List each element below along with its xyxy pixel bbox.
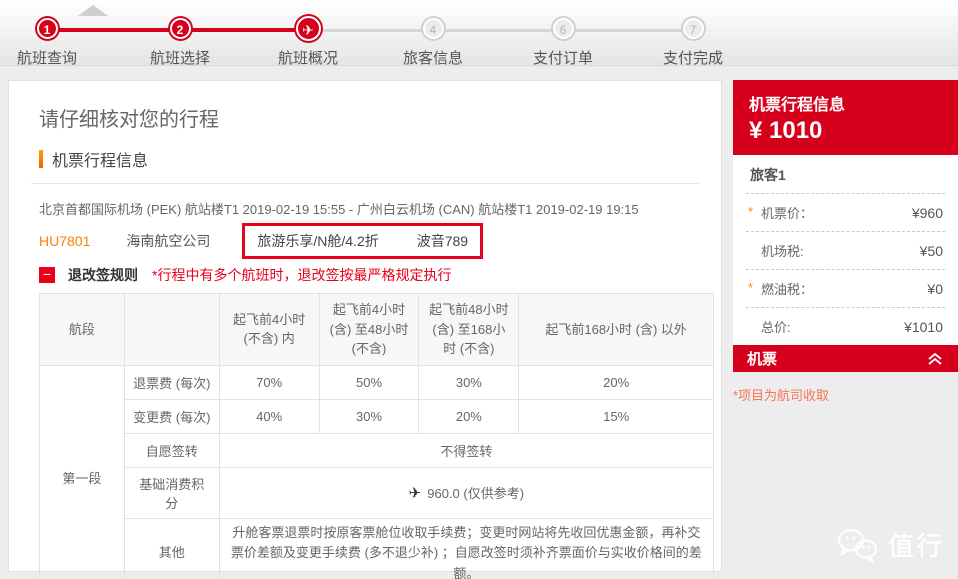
- fare-class: 旅游乐享/N舱/4.2折: [257, 233, 379, 249]
- table-row: 自愿签转 不得签转: [40, 432, 715, 468]
- itinerary-card: 请仔细核对您的行程 机票行程信息 北京首都国际机场 (PEK) 航站楼T1 20…: [8, 80, 722, 579]
- cell: 30%: [318, 398, 420, 434]
- airline-charge-note: *项目为航司收取: [733, 388, 830, 403]
- refund-rules-table: 航段 起飞前4小时 (不含) 内 起飞前4小时 (含) 至48小时 (不含) 起…: [39, 293, 715, 579]
- highlight-annotation-box: 旅游乐享/N舱/4.2折 波音789: [242, 223, 484, 259]
- col-header-within-4h: 起飞前4小时 (不含) 内: [218, 293, 320, 366]
- progress-bar: 1 航班查询 2 航班选择 ✈ 航班概况 4 旅客信息 6 支付订单 7 支付完…: [0, 0, 958, 68]
- double-chevron-up-icon[interactable]: [926, 352, 944, 366]
- watermark-text: 值行: [887, 531, 944, 561]
- price-row-airport-tax: 机场税: ¥50: [746, 232, 945, 270]
- row-label: 退票费 (每次): [123, 364, 220, 400]
- page: 1 航班查询 2 航班选择 ✈ 航班概况 4 旅客信息 6 支付订单 7 支付完…: [0, 0, 958, 579]
- table-row: 第一段 退票费 (每次) 70% 50% 30% 20%: [39, 364, 714, 579]
- cell: 不得签转: [218, 432, 715, 468]
- cell: 30%: [418, 364, 520, 400]
- cell: 20%: [518, 364, 714, 400]
- summary-title: 机票行程信息: [749, 97, 846, 114]
- step-label: 航班查询: [16, 50, 77, 67]
- price-summary-header: 机票行程信息 ¥ 1010: [733, 80, 958, 155]
- cell: ✈ 960.0 (仅供参考): [218, 466, 715, 519]
- airplane-icon: ✈: [295, 16, 321, 41]
- cell: 40%: [218, 398, 320, 434]
- airline-name: 海南航空公司: [126, 233, 211, 249]
- collapse-minus-icon[interactable]: −: [39, 267, 55, 283]
- refund-rules-note: *行程中有多个航班时，退改签按最严格规定执行: [152, 267, 452, 283]
- page-title: 请仔细核对您的行程: [39, 109, 219, 131]
- step-passenger-info: 4 旅客信息: [373, 18, 493, 68]
- flight-detail-row: HU7801 海南航空公司 旅游乐享/N舱/4.2折 波音789: [39, 221, 484, 261]
- table-row: 其他 升舱客票退票时按原客票舱位收取手续费；变更时网站将先收回优惠金额，再补交票…: [40, 517, 715, 579]
- aircraft-type: 波音789: [416, 233, 469, 249]
- ticket-collapse-bar[interactable]: 机票: [733, 345, 958, 372]
- divider: [31, 183, 699, 184]
- price-summary-panel: 机票行程信息 ¥ 1010 旅客1 * 机票价： ¥960 机场税: ¥50 *…: [733, 80, 958, 404]
- total-price: ¥ 1010: [749, 117, 823, 144]
- chat-bubbles-icon: [837, 528, 878, 563]
- row-label: 基础消费积分: [123, 466, 220, 519]
- airplane-icon: ✈: [408, 485, 422, 502]
- refund-rules-title: 退改签规则: [68, 267, 138, 283]
- col-header-48h-168h: 起飞前48小时 (含) 至168小时 (不含): [418, 293, 520, 366]
- step-flight-select: 2 航班选择: [120, 18, 240, 68]
- step-pay-done: 7 支付完成: [633, 18, 753, 68]
- step-label: 支付订单: [532, 50, 593, 67]
- step-2-circle: 2: [169, 18, 191, 39]
- row-label: 自愿签转: [123, 432, 220, 468]
- section-accent-bar: [39, 150, 43, 168]
- step-label: 航班概况: [277, 50, 338, 67]
- cell: 20%: [418, 398, 520, 434]
- col-header-segment: 航段: [39, 293, 125, 366]
- step-pay-order: 6 支付订单: [503, 18, 623, 68]
- cell: 50%: [318, 364, 420, 400]
- passenger-label: 旅客1: [746, 155, 945, 194]
- cell: 15%: [518, 398, 714, 434]
- cell: 70%: [218, 364, 320, 400]
- step-flight-search: 1 航班查询: [0, 18, 107, 68]
- step-7-circle: 7: [682, 18, 704, 39]
- required-star: *: [748, 280, 754, 295]
- table-row: 变更费 (每次) 40% 30% 20% 15%: [40, 398, 714, 434]
- price-breakdown: 旅客1 * 机票价： ¥960 机场税: ¥50 * 燃油税： ¥0 总价: ¥…: [733, 155, 958, 345]
- step-label: 旅客信息: [402, 50, 463, 67]
- required-star: *: [748, 204, 754, 219]
- mileage-points: 960.0 (仅供参考): [427, 486, 525, 501]
- price-row-total: 总价: ¥1010: [761, 318, 943, 336]
- step-label: 航班选择: [149, 50, 210, 67]
- step-4-circle: 4: [422, 18, 444, 39]
- step-1-circle: 1: [36, 18, 58, 39]
- step-flight-overview: ✈ 航班概况: [248, 16, 368, 68]
- table-header-row: 航段 起飞前4小时 (不含) 内 起飞前4小时 (含) 至48小时 (不含) 起…: [39, 293, 714, 366]
- cell: 升舱客票退票时按原客票舱位收取手续费；变更时网站将先收回优惠金额，再补交票价差额…: [218, 517, 715, 579]
- collapse-up-arrow-icon[interactable]: [78, 5, 108, 16]
- row-label: 其他: [123, 517, 220, 579]
- refund-rules-header: − 退改签规则 *行程中有多个航班时，退改签按最严格规定执行: [39, 265, 451, 285]
- price-row-fuel-tax: * 燃油税： ¥0: [746, 270, 945, 308]
- step-6-circle: 6: [552, 18, 574, 39]
- flight-number: HU7801: [39, 233, 91, 249]
- col-header-empty: [123, 293, 220, 366]
- col-header-4h-48h: 起飞前4小时 (含) 至48小时 (不含): [318, 293, 420, 366]
- table-row: 基础消费积分 ✈ 960.0 (仅供参考): [40, 466, 715, 519]
- row-label: 变更费 (每次): [123, 398, 220, 434]
- watermark: 值行: [836, 526, 944, 563]
- flight-route: 北京首都国际机场 (PEK) 航站楼T1 2019-02-19 15:55 - …: [39, 202, 639, 217]
- segment-cell: 第一段: [39, 364, 125, 579]
- price-row-ticket: * 机票价： ¥960: [746, 194, 945, 232]
- col-header-beyond-168h: 起飞前168小时 (含) 以外: [518, 293, 714, 366]
- section-title: 机票行程信息: [39, 147, 148, 171]
- step-label: 支付完成: [662, 50, 723, 67]
